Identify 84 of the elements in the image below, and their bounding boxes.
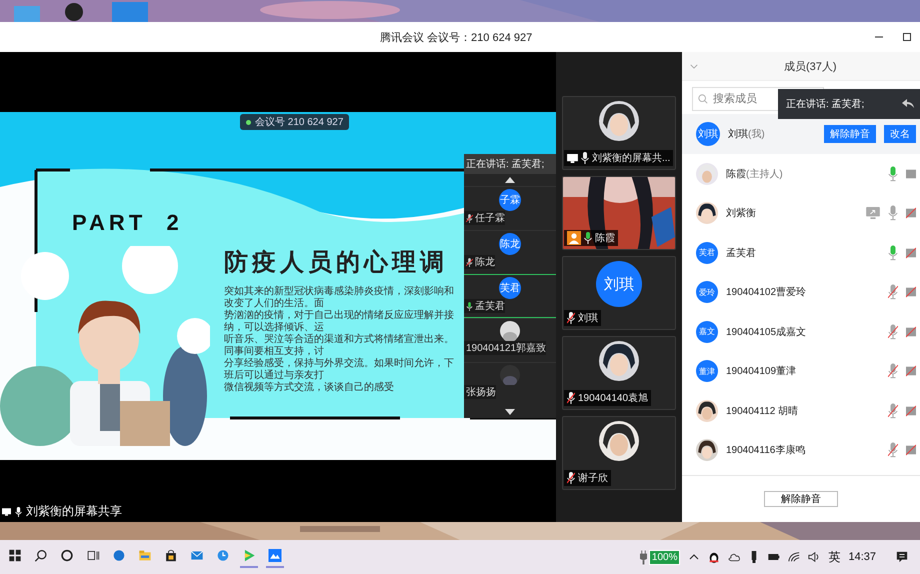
member-name: 刘紫衡	[726, 206, 756, 220]
participant-name: 190404140袁旭	[578, 392, 648, 405]
avatar: 芙君	[696, 242, 718, 264]
clock[interactable]: 14:37	[848, 551, 876, 563]
participant-name: 张扬扬	[466, 386, 496, 399]
member-row[interactable]: 爱玲 190404102曹爱玲	[682, 272, 920, 312]
member-row[interactable]: 嘉文 190404105成嘉文	[682, 312, 920, 352]
participant-name: 190404121郭嘉致	[466, 342, 546, 355]
wifi-icon[interactable]	[788, 551, 800, 563]
slide-paragraph: 分享经验感受，保持与外界交流。如果时间允许，下班后可以通过与亲友打	[224, 358, 455, 382]
participant-tile[interactable]: 陈龙 陈龙	[464, 230, 556, 274]
member-row[interactable]: 芙君 孟芙君	[682, 233, 920, 272]
participant-tile[interactable]: 张扬扬	[464, 362, 556, 406]
action-button[interactable]: 解除静音	[824, 125, 876, 143]
participant-name: 陈龙	[475, 256, 495, 269]
participant-name: 刘琪	[578, 312, 598, 325]
member-name: 陈霞	[726, 168, 746, 181]
avatar: 嘉文	[696, 320, 718, 343]
slide-paragraph: 微信视频等方式交流，谈谈自己的感受	[224, 382, 395, 394]
caption-text: 刘紫衡的屏幕共享	[26, 503, 122, 520]
app-icon[interactable]	[266, 546, 284, 568]
video-tile[interactable]: 谢子欣	[562, 416, 676, 490]
unmute-all-button[interactable]: 解除静音	[764, 491, 838, 507]
slide-title: 防疫人员的心理调	[224, 248, 449, 278]
member-name: 190404116李康鸣	[726, 444, 806, 458]
avatar: 陈龙	[499, 233, 521, 255]
member-name: 刘琪	[728, 128, 748, 141]
battery-icon[interactable]	[768, 551, 780, 563]
participant-tile[interactable]: 190404121郭嘉致	[464, 318, 556, 362]
cloud-icon[interactable]	[728, 551, 740, 563]
member-role: (我)	[748, 128, 765, 141]
participant-tile[interactable]: 子霖 任子霖	[464, 186, 556, 230]
slide-paragraph: 突如其来的新型冠状病毒感染肺炎疫情，深刻影响和改变了人们的生活。面	[224, 286, 455, 310]
participant-tile[interactable]: 芙君 孟芙君	[464, 274, 556, 318]
participant-name: 刘紫衡的屏幕共...	[592, 152, 670, 165]
plug-icon	[640, 550, 647, 564]
avatar: 刘琪	[696, 122, 720, 146]
member-role: (主持人)	[746, 168, 783, 181]
input-method-indicator[interactable]: 英	[828, 548, 840, 566]
action-button[interactable]: 改名	[884, 125, 916, 143]
member-row[interactable]: 刘紫衡	[682, 194, 920, 233]
video-tile[interactable]: 陈霞	[562, 176, 676, 250]
member-name: 190404109董津	[726, 364, 796, 378]
participant-name: 陈霞	[595, 232, 615, 245]
screen-share-icon	[2, 506, 11, 516]
slide-paragraph: 听音乐、哭泣等合适的渠道和方式将情绪宣泄出来。同事间要相互支持，讨	[224, 334, 455, 358]
window-title: 腾讯会议 会议号：210 624 927	[380, 30, 532, 44]
member-name: 190404112 胡晴	[726, 404, 798, 418]
scroll-up-icon[interactable]	[505, 177, 515, 183]
slide-heading: PART 2	[72, 210, 183, 236]
microphone-icon	[14, 506, 23, 516]
speaking-indicator: 正在讲话: 孟芙君;	[464, 154, 556, 174]
video-tile[interactable]: 190404140袁旭	[562, 336, 676, 410]
member-name: 190404102曹爱玲	[726, 286, 806, 300]
member-name: 孟芙君	[726, 246, 756, 260]
member-row[interactable]: 刘琪 刘琪(我) 解除静音 改名	[682, 114, 920, 154]
battery-percent: 100%	[648, 550, 680, 564]
participant-name: 孟芙君	[475, 300, 505, 313]
video-tile[interactable]: 刘琪 刘琪	[562, 256, 676, 330]
penguin-icon[interactable]	[708, 551, 720, 563]
avatar: 芙君	[499, 277, 521, 299]
video-tile[interactable]: 刘紫衡的屏幕共...	[562, 96, 676, 170]
meeting-id: 会议号 210 624 927	[255, 116, 344, 129]
member-row[interactable]: 董津 190404109董津	[682, 352, 920, 391]
avatar: 刘琪	[596, 261, 642, 307]
notification-icon[interactable]	[896, 551, 908, 563]
member-row[interactable]: 陈霞(主持人)	[682, 154, 920, 194]
slide-paragraph: 势汹汹的疫情，对于自己出现的情绪反应应理解并接纳，可以选择倾诉、运	[224, 310, 455, 334]
participant-name: 任子霖	[475, 212, 505, 225]
scroll-down-icon[interactable]	[505, 409, 515, 415]
member-row[interactable]: 190404116李康鸣	[682, 430, 920, 470]
avatar: 爱玲	[696, 281, 718, 304]
volume-icon[interactable]	[808, 551, 820, 563]
collapse-icon[interactable]	[690, 64, 698, 68]
panel-title: 成员(37人)	[784, 60, 837, 74]
maximize-icon[interactable]	[902, 32, 912, 42]
avatar: 董津	[696, 360, 718, 382]
member-row[interactable]: 190404112 胡晴	[682, 391, 920, 430]
member-name: 190404105成嘉文	[726, 326, 806, 339]
person-icon	[567, 231, 581, 245]
reply-icon[interactable]	[902, 99, 914, 109]
search-icon	[698, 94, 708, 104]
avatar: 子霖	[499, 189, 521, 211]
participant-name: 谢子欣	[578, 472, 608, 485]
